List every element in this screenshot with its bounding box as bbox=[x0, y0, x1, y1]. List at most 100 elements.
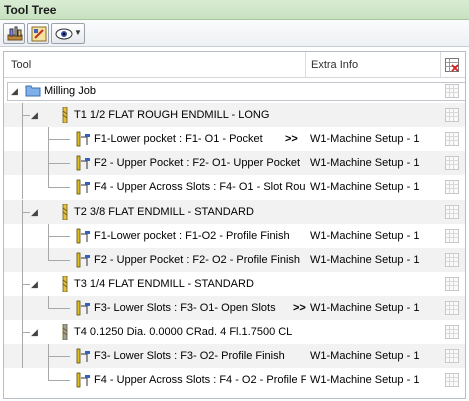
collapse-triangle-icon[interactable]: ◢ bbox=[11, 86, 18, 97]
tool-settings-button[interactable] bbox=[27, 23, 49, 44]
operation-icon bbox=[76, 252, 92, 271]
operation-node[interactable]: F4 - Upper Across Slots : F4 - O2 - Prof… bbox=[4, 368, 465, 392]
row-options-icon[interactable] bbox=[445, 180, 459, 197]
row-options-icon[interactable] bbox=[445, 276, 459, 294]
operation-node[interactable]: F3- Lower Slots : F3- O1- Open Slots >> W1… bbox=[4, 295, 465, 320]
panel-title: Tool Tree bbox=[4, 3, 57, 17]
operation-label: F4 - Upper Across Slots : F4 - O2 - Prof… bbox=[94, 374, 306, 387]
tool-label: T3 1/4 FLAT ENDMILL - STANDARD bbox=[74, 277, 254, 290]
row-options-icon[interactable] bbox=[445, 84, 459, 101]
tool-label: T2 3/8 FLAT ENDMILL - STANDARD bbox=[74, 205, 254, 218]
operation-label: F2 - Upper Pocket : F2- O1- Upper Pocket bbox=[94, 157, 301, 170]
tree-connector-line bbox=[22, 295, 23, 320]
tool-label: T4 0.1250 Dia. 0.0000 CRad. 4 Fl.1.7500 … bbox=[74, 326, 293, 338]
operation-icon bbox=[76, 300, 92, 319]
tree-connector-line bbox=[48, 356, 70, 358]
tool-node[interactable]: ◢ T4 0.1250 Dia. 0.0000 CRad. 4 Fl.1.7500… bbox=[4, 320, 465, 344]
tree-connector-line bbox=[22, 151, 23, 176]
row-options-icon[interactable] bbox=[445, 156, 459, 173]
row-options-icon[interactable] bbox=[445, 325, 459, 342]
column-options-icon[interactable] bbox=[445, 58, 459, 75]
tree-connector-line bbox=[48, 187, 70, 189]
operation-node[interactable]: F4 - Upper Across Slots : F4- O1 - Slot … bbox=[4, 175, 465, 200]
row-options-icon[interactable] bbox=[445, 204, 459, 222]
folder-icon bbox=[25, 83, 41, 100]
operation-icon bbox=[76, 372, 92, 391]
operation-icon bbox=[76, 228, 92, 247]
tool-tree-grid: Tool Extra Info ◢ Milling Job ◢ T1 1/2 FLAT… bbox=[3, 51, 466, 399]
tree-connector-line bbox=[48, 307, 70, 309]
tool-node[interactable]: ◢ T1 1/2 FLAT ROUGH ENDMILL - LONG bbox=[4, 103, 465, 128]
tool-node[interactable]: ◢ T3 1/4 FLAT ENDMILL - STANDARD bbox=[4, 271, 465, 296]
tree-connector-line bbox=[48, 368, 49, 381]
tree-connector-line bbox=[48, 380, 70, 382]
collapse-triangle-icon[interactable]: ◢ bbox=[31, 327, 38, 338]
extra-info-cell: W1-Machine Setup - 1 bbox=[310, 350, 420, 363]
collapse-triangle-icon[interactable]: ◢ bbox=[31, 207, 38, 218]
column-divider[interactable] bbox=[305, 52, 306, 78]
chevron-down-icon: ▼ bbox=[74, 28, 82, 37]
operation-node[interactable]: F1-Lower pocket : F1- O1 - Pocket >> W1-Ma… bbox=[4, 127, 465, 152]
tree-connector-line bbox=[22, 127, 23, 152]
row-options-icon[interactable] bbox=[445, 108, 459, 125]
tool-node[interactable]: ◢ T2 3/8 FLAT ENDMILL - STANDARD bbox=[4, 199, 465, 224]
status-arrow: >> bbox=[285, 133, 298, 146]
extra-info-cell: W1-Machine Setup - 1 bbox=[310, 133, 420, 146]
operation-label: F3- Lower Slots : F3- O1- Open Slots bbox=[94, 301, 276, 314]
endmill-tool-icon bbox=[60, 203, 70, 223]
tree-connector-line bbox=[48, 163, 70, 165]
row-options-icon[interactable] bbox=[445, 252, 459, 270]
operation-icon bbox=[76, 348, 92, 367]
operation-node[interactable]: F2 - Upper Pocket : F2- O1- Upper Pocket… bbox=[4, 151, 465, 176]
operation-label: F2 - Upper Pocket : F2- O2 - Profile Fin… bbox=[94, 253, 301, 266]
row-options-icon[interactable] bbox=[445, 132, 459, 149]
extra-info-cell: W1-Machine Setup - 1 bbox=[310, 157, 420, 170]
status-arrow: >> bbox=[293, 301, 306, 314]
endmill-tool-icon bbox=[60, 323, 70, 343]
tree-connector-line bbox=[22, 283, 30, 285]
row-options-icon[interactable] bbox=[445, 349, 459, 366]
operation-node[interactable]: F3- Lower Slots : F3- O2- Profile Finish… bbox=[4, 344, 465, 369]
operation-label: F1-Lower pocket : F1- O1 - Pocket bbox=[94, 133, 263, 146]
tree-connector-line bbox=[22, 115, 30, 117]
view-options-dropdown[interactable]: ▼ bbox=[51, 23, 85, 44]
tree-connector-line bbox=[22, 211, 30, 213]
column-header-extra-info[interactable]: Extra Info bbox=[311, 59, 358, 71]
tree-connector-line bbox=[48, 247, 49, 260]
tree-root-node[interactable]: ◢ Milling Job bbox=[4, 79, 465, 103]
tree-connector-line bbox=[22, 332, 30, 333]
endmill-tool-icon bbox=[60, 275, 70, 295]
tree-connector-line bbox=[48, 139, 70, 141]
panel-titlebar: Tool Tree bbox=[0, 0, 469, 20]
extra-info-cell: W1-Machine Setup - 1 bbox=[310, 301, 420, 314]
column-header-tool[interactable]: Tool bbox=[11, 59, 31, 71]
tree-connector-line bbox=[22, 247, 23, 272]
tool-library-button[interactable] bbox=[3, 23, 25, 44]
operation-icon bbox=[76, 155, 92, 174]
row-options-icon[interactable] bbox=[445, 228, 459, 246]
root-label: Milling Job bbox=[44, 85, 96, 97]
operation-icon bbox=[76, 131, 92, 150]
operation-label: F1-Lower pocket : F1-O2 - Profile Finish bbox=[94, 229, 290, 242]
collapse-triangle-icon[interactable]: ◢ bbox=[31, 110, 38, 121]
tree-connector-line bbox=[22, 223, 23, 248]
operation-icon bbox=[76, 179, 92, 198]
row-options-icon[interactable] bbox=[445, 373, 459, 390]
endmill-tool-icon bbox=[60, 106, 70, 126]
row-options-icon[interactable] bbox=[445, 300, 459, 318]
operation-label: F4 - Upper Across Slots : F4- O1 - Slot … bbox=[94, 181, 306, 194]
column-header: Tool Extra Info bbox=[4, 52, 465, 78]
tree-connector-line bbox=[48, 259, 70, 261]
operation-node[interactable]: F1-Lower pocket : F1-O2 - Profile Finish… bbox=[4, 223, 465, 248]
extra-info-cell: W1-Machine Setup - 1 bbox=[310, 181, 420, 194]
operation-node[interactable]: F2 - Upper Pocket : F2- O2 - Profile Fin… bbox=[4, 247, 465, 272]
tree-connector-line bbox=[48, 235, 70, 237]
collapse-triangle-icon[interactable]: ◢ bbox=[31, 279, 38, 290]
column-divider[interactable] bbox=[440, 52, 441, 78]
tree-connector-line bbox=[22, 344, 23, 369]
tree-connector-line bbox=[22, 175, 23, 200]
tool-label: T1 1/2 FLAT ROUGH ENDMILL - LONG bbox=[74, 109, 270, 122]
tool-settings-icon bbox=[31, 26, 47, 42]
extra-info-cell: W1-Machine Setup - 1 bbox=[310, 253, 420, 266]
tree-connector-line bbox=[48, 175, 49, 188]
